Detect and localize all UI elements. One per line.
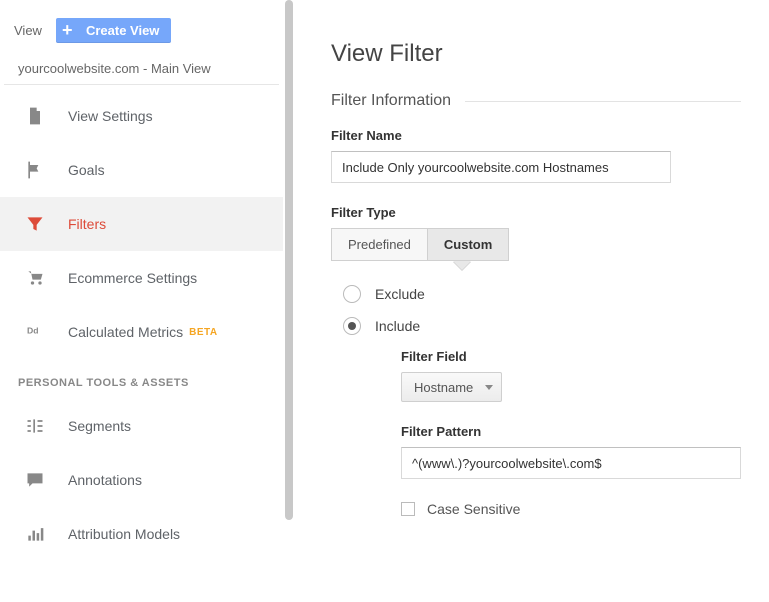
sidebar-item-annotations[interactable]: Annotations xyxy=(0,453,283,507)
radio-label: Include xyxy=(375,318,420,334)
sidebar-item-ecommerce-settings[interactable]: Ecommerce Settings xyxy=(0,251,283,305)
sidebar-item-label: Segments xyxy=(68,418,131,434)
sidebar-item-label: Annotations xyxy=(68,472,142,488)
divider xyxy=(465,101,741,102)
filter-pattern-label: Filter Pattern xyxy=(401,424,741,439)
sidebar-item-goals[interactable]: Goals xyxy=(0,143,283,197)
svg-text:Dd: Dd xyxy=(27,325,39,335)
dd-icon: Dd xyxy=(24,321,46,343)
sidebar-item-label: View Settings xyxy=(68,108,153,124)
filter-type-label: Filter Type xyxy=(331,205,741,220)
create-view-button[interactable]: + Create View xyxy=(56,18,171,43)
filter-field-label: Filter Field xyxy=(401,349,741,364)
page-title: View Filter xyxy=(331,40,741,68)
filter-name-input[interactable] xyxy=(331,151,671,183)
sidebar-item-attribution-models[interactable]: Attribution Models xyxy=(0,507,283,561)
breadcrumb: yourcoolwebsite.com - Main View xyxy=(4,49,279,85)
sidebar-item-label: Filters xyxy=(68,216,106,232)
filter-field-value: Hostname xyxy=(414,380,473,395)
scrollbar-thumb[interactable] xyxy=(285,0,293,520)
filter-field-select[interactable]: Hostname xyxy=(401,372,502,402)
sidebar-item-label: Goals xyxy=(68,162,105,178)
chevron-down-icon xyxy=(485,385,493,390)
plus-icon: + xyxy=(62,20,73,40)
sidebar-item-calculated-metrics[interactable]: Dd Calculated Metrics BETA xyxy=(0,305,283,359)
annotation-icon xyxy=(24,469,46,491)
radio-exclude[interactable]: Exclude xyxy=(343,285,741,303)
sidebar-item-segments[interactable]: Segments xyxy=(0,399,283,453)
filter-name-label: Filter Name xyxy=(331,128,741,143)
flag-icon xyxy=(24,159,46,181)
case-sensitive-label: Case Sensitive xyxy=(427,501,520,517)
tab-predefined[interactable]: Predefined xyxy=(331,228,428,261)
section-title-personal: PERSONAL TOOLS & ASSETS xyxy=(0,359,283,395)
create-view-label: Create View xyxy=(86,23,159,38)
sidebar-item-label: Attribution Models xyxy=(68,526,180,542)
filter-info-title: Filter Information xyxy=(331,92,451,110)
filter-pattern-input[interactable] xyxy=(401,447,741,479)
checkbox-icon xyxy=(401,502,415,516)
sidebar-item-label: Ecommerce Settings xyxy=(68,270,197,286)
sidebar-item-view-settings[interactable]: View Settings xyxy=(0,89,283,143)
radio-include[interactable]: Include xyxy=(343,317,741,335)
sidebar-item-label: Calculated Metrics xyxy=(68,324,183,340)
bars-icon xyxy=(24,523,46,545)
funnel-icon xyxy=(24,213,46,235)
cart-icon xyxy=(24,267,46,289)
sidebar-item-filters[interactable]: Filters xyxy=(0,197,283,251)
view-label: View xyxy=(14,23,42,38)
page-icon xyxy=(24,105,46,127)
tab-custom[interactable]: Custom xyxy=(428,228,509,261)
filter-type-tabs: Predefined Custom xyxy=(331,228,509,261)
segments-icon xyxy=(24,415,46,437)
radio-icon xyxy=(343,317,361,335)
radio-icon xyxy=(343,285,361,303)
case-sensitive-checkbox[interactable]: Case Sensitive xyxy=(343,501,741,517)
beta-badge: BETA xyxy=(189,327,217,338)
radio-label: Exclude xyxy=(375,286,425,302)
scrollbar[interactable] xyxy=(283,0,295,602)
